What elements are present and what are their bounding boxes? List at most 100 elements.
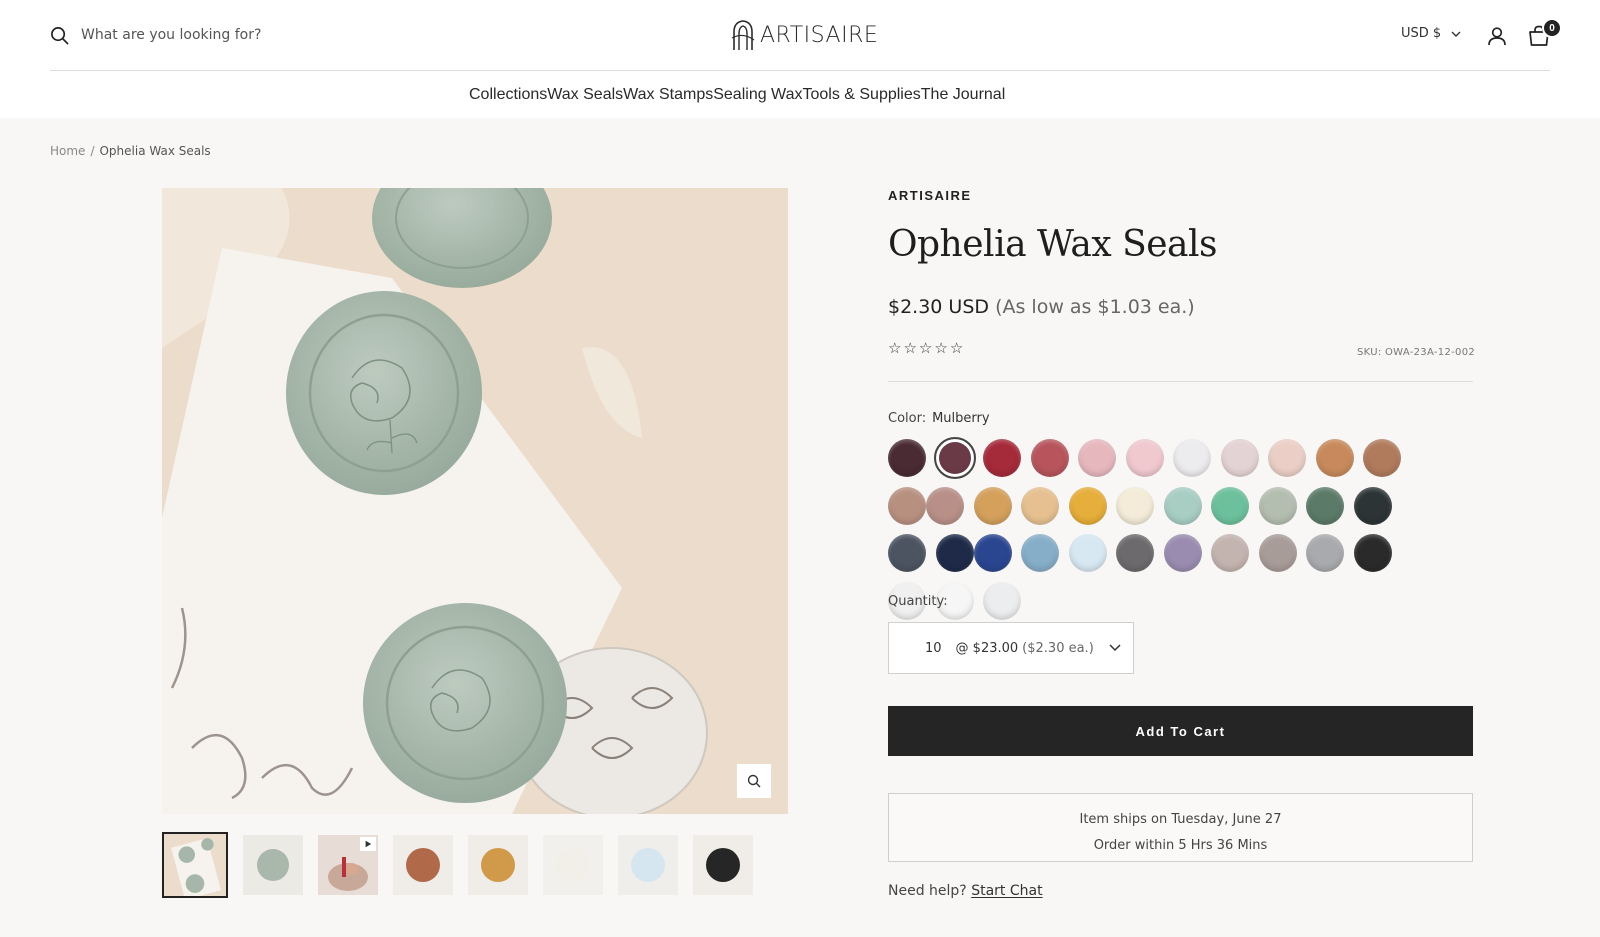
product-brand[interactable]: ARTISAIRE	[888, 188, 972, 203]
color-swatch[interactable]	[933, 437, 976, 479]
site-logo[interactable]: ARTISAIRE	[730, 18, 878, 52]
zoom-button[interactable]	[737, 764, 771, 798]
help-line: Need help? Start Chat	[888, 883, 1043, 899]
color-swatch[interactable]	[1315, 439, 1354, 477]
selected-color-name: Mulberry	[932, 411, 990, 426]
thumbnail-8[interactable]	[693, 835, 753, 895]
product-sku: SKU: OWA-23A-12-002	[1357, 347, 1476, 358]
star-icon: ☆	[934, 340, 948, 357]
search-input[interactable]	[81, 27, 341, 43]
breadcrumb-separator: /	[90, 144, 95, 158]
color-swatch[interactable]	[1211, 486, 1249, 525]
color-swatch[interactable]	[973, 486, 1012, 525]
color-swatch[interactable]	[1068, 486, 1107, 525]
divider	[888, 381, 1473, 382]
nav-item-wax-stamps[interactable]: Wax Stamps	[623, 86, 713, 104]
nav-item-the-journal[interactable]: The Journal	[921, 86, 1006, 104]
site-header: ARTISAIRE USD $ 0 Collections Wax Seals …	[0, 0, 1600, 118]
header-top-bar: ARTISAIRE USD $ 0	[50, 0, 1562, 71]
color-swatch[interactable]	[1353, 486, 1392, 525]
thumbnail-1[interactable]	[162, 832, 228, 898]
breadcrumb-current: Ophelia Wax Seals	[99, 144, 211, 158]
thumbnail-image	[468, 835, 528, 895]
nav-item-wax-seals[interactable]: Wax Seals	[547, 86, 623, 104]
chevron-down-icon	[1109, 644, 1121, 652]
star-icon: ☆	[888, 340, 902, 357]
color-swatch[interactable]	[1021, 486, 1059, 525]
color-swatch[interactable]	[926, 486, 964, 525]
add-to-cart-button[interactable]: Add To Cart	[888, 706, 1473, 756]
search-icon[interactable]	[50, 26, 69, 45]
quantity-value: 10	[925, 640, 942, 656]
color-swatch[interactable]	[888, 486, 926, 525]
color-swatch[interactable]	[1125, 439, 1164, 477]
main-nav: Collections Wax Seals Wax Stamps Sealing…	[469, 86, 1005, 104]
thumbnail-7[interactable]	[618, 835, 678, 895]
color-swatch[interactable]	[1078, 439, 1116, 477]
color-swatch[interactable]	[1220, 439, 1259, 477]
currency-label: USD $	[1401, 26, 1442, 41]
color-swatch[interactable]	[1068, 534, 1107, 572]
start-chat-link[interactable]: Start Chat	[971, 883, 1042, 899]
thumbnail-3-video[interactable]	[318, 835, 378, 895]
color-swatch-grid	[888, 437, 1448, 629]
quantity-label: Quantity:	[888, 594, 948, 609]
star-icon: ☆	[903, 340, 917, 357]
quantity-select[interactable]: 10 @ $23.00 ($2.30 ea.)	[888, 622, 1134, 674]
rating-stars[interactable]: ☆ ☆ ☆ ☆ ☆	[888, 341, 963, 356]
color-swatch[interactable]	[1116, 534, 1154, 572]
chevron-down-icon	[1451, 31, 1461, 37]
thumbnail-6[interactable]	[543, 835, 603, 895]
account-icon[interactable]	[1487, 26, 1507, 46]
logo-mark-icon	[731, 20, 755, 50]
color-swatch[interactable]	[1353, 534, 1392, 572]
color-swatch[interactable]	[983, 581, 1021, 620]
color-swatch[interactable]	[1021, 534, 1059, 572]
color-swatch[interactable]	[973, 534, 1012, 572]
color-swatch[interactable]	[1116, 486, 1154, 525]
search-bar[interactable]	[50, 24, 341, 46]
nav-item-collections[interactable]: Collections	[469, 86, 547, 104]
color-label-text: Color:	[888, 411, 927, 426]
thumbnail-4[interactable]	[393, 835, 453, 895]
color-swatch[interactable]	[1306, 486, 1344, 525]
shipping-info-box: Item ships on Tuesday, June 27 Order wit…	[888, 793, 1473, 862]
color-swatch[interactable]	[935, 534, 974, 572]
product-main-image[interactable]	[162, 188, 788, 814]
color-swatch[interactable]	[1306, 534, 1344, 572]
play-icon	[360, 837, 376, 851]
shipping-date: Item ships on Tuesday, June 27	[1079, 812, 1282, 827]
color-swatch[interactable]	[1268, 439, 1306, 477]
breadcrumb: Home / Ophelia Wax Seals	[50, 144, 211, 158]
thumbnail-image	[543, 835, 603, 895]
cart-count-badge: 0	[1542, 18, 1562, 38]
color-swatch[interactable]	[1030, 439, 1069, 477]
color-swatch[interactable]	[1173, 439, 1211, 477]
color-swatch[interactable]	[888, 534, 926, 572]
thumbnail-image	[243, 835, 303, 895]
color-swatch[interactable]	[1258, 486, 1297, 525]
color-swatch[interactable]	[888, 439, 926, 477]
quantity-total: @ $23.00	[955, 640, 1019, 656]
thumbnail-2[interactable]	[243, 835, 303, 895]
logo-text: ARTISAIRE	[760, 22, 879, 48]
nav-item-sealing-wax[interactable]: Sealing Wax	[713, 86, 802, 104]
star-icon: ☆	[949, 340, 964, 357]
thumbnail-image	[693, 835, 753, 895]
currency-selector[interactable]: USD $	[1401, 26, 1461, 41]
color-swatch[interactable]	[1363, 439, 1401, 477]
nav-item-tools-supplies[interactable]: Tools & Supplies	[802, 86, 920, 104]
color-swatch[interactable]	[1258, 534, 1297, 572]
price-bulk-note: (As low as $1.03 ea.)	[995, 296, 1195, 318]
product-photo	[162, 188, 788, 814]
color-swatch[interactable]	[983, 439, 1021, 477]
price-value: $2.30 USD	[888, 296, 990, 318]
breadcrumb-home[interactable]: Home	[50, 144, 85, 158]
shipping-cutoff: Order within 5 Hrs 36 Mins	[1093, 838, 1268, 853]
color-swatch[interactable]	[1163, 534, 1202, 572]
color-swatch[interactable]	[1211, 534, 1249, 572]
color-swatch[interactable]	[1163, 486, 1202, 525]
thumbnail-image	[618, 835, 678, 895]
thumbnail-5[interactable]	[468, 835, 528, 895]
thumbnail-image	[164, 834, 226, 896]
